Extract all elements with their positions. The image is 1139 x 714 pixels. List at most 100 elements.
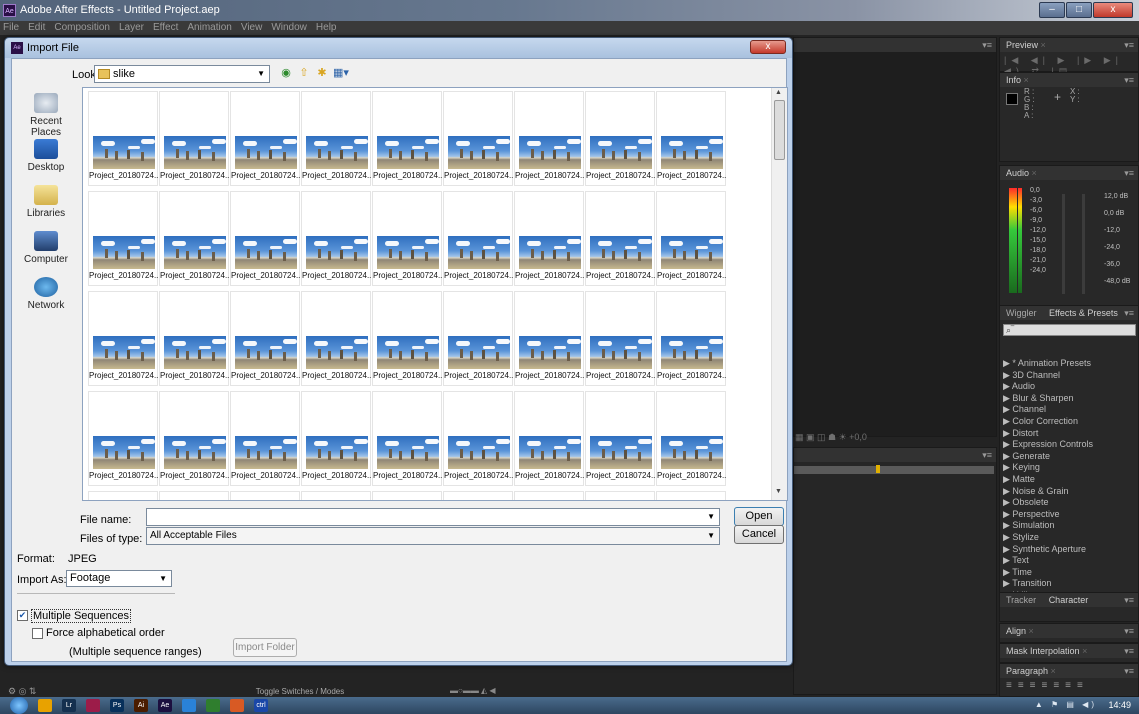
- file-item[interactable]: Project_20180724...: [585, 91, 656, 186]
- effects-category-item[interactable]: ▶ Distort: [1000, 428, 1139, 440]
- panel-menu-icon[interactable]: ▾≡: [982, 38, 992, 52]
- place-desktop[interactable]: Desktop: [14, 139, 78, 181]
- file-item[interactable]: Project_20180724...: [585, 291, 656, 386]
- file-item[interactable]: Project_20180724...: [372, 391, 443, 486]
- file-item[interactable]: Project_20180724...: [585, 491, 655, 500]
- taskbar-app-icon[interactable]: [86, 699, 100, 712]
- file-item[interactable]: Project_20180724...: [159, 491, 229, 500]
- tab-preview[interactable]: Preview: [1006, 40, 1038, 50]
- taskbar-app-icon[interactable]: Ps: [110, 699, 124, 712]
- effects-category-item[interactable]: ▶ Blur & Sharpen: [1000, 393, 1139, 405]
- cancel-button[interactable]: Cancel: [734, 525, 784, 544]
- effects-category-item[interactable]: ▶ Matte: [1000, 474, 1139, 486]
- tab-effects-presets[interactable]: Effects & Presets: [1049, 308, 1118, 318]
- effects-category-item[interactable]: ▶ Simulation: [1000, 520, 1139, 532]
- effects-category-item[interactable]: ▶ * Animation Presets: [1000, 358, 1139, 370]
- import-as-dropdown[interactable]: Footage ▼: [66, 570, 172, 587]
- effects-category-item[interactable]: ▶ Stylize: [1000, 532, 1139, 544]
- force-alphabetical-label[interactable]: Force alphabetical order: [46, 627, 165, 639]
- effects-category-item[interactable]: ▶ Noise & Grain: [1000, 486, 1139, 498]
- clock[interactable]: 14:49: [1108, 700, 1131, 710]
- effects-search-input[interactable]: ⌕‾: [1003, 324, 1136, 336]
- file-item[interactable]: Project_20180724...: [88, 191, 159, 286]
- force-alphabetical-checkbox[interactable]: [32, 628, 43, 639]
- tab-character[interactable]: Character: [1049, 595, 1089, 605]
- file-item[interactable]: Project_20180724...: [159, 291, 230, 386]
- file-item[interactable]: Project_20180724...: [301, 91, 372, 186]
- file-item[interactable]: Project_20180724...: [514, 191, 585, 286]
- taskbar-app-icon[interactable]: [38, 699, 52, 712]
- effects-category-item[interactable]: ▶ Synthetic Aperture: [1000, 544, 1139, 556]
- effects-category-item[interactable]: ▶ 3D Channel: [1000, 370, 1139, 382]
- file-item[interactable]: Project_20180724...: [301, 291, 372, 386]
- file-list-scrollbar[interactable]: ▲ ▼: [771, 88, 787, 500]
- new-folder-icon[interactable]: ✱: [315, 66, 329, 80]
- file-item[interactable]: Project_20180724...: [656, 391, 727, 486]
- chevron-down-icon[interactable]: ▼: [707, 509, 715, 525]
- effects-category-item[interactable]: ▶ Perspective: [1000, 509, 1139, 521]
- file-item[interactable]: Project_20180724...: [443, 491, 513, 500]
- menu-animation[interactable]: Animation: [187, 21, 231, 35]
- menu-window[interactable]: Window: [271, 21, 307, 35]
- tab-audio[interactable]: Audio: [1006, 168, 1029, 178]
- file-item[interactable]: Project_20180724...: [88, 291, 159, 386]
- menu-effect[interactable]: Effect: [153, 21, 178, 35]
- file-item[interactable]: Project_20180724...: [230, 391, 301, 486]
- effects-category-item[interactable]: ▶ Generate: [1000, 451, 1139, 463]
- file-item[interactable]: Project_20180724...: [585, 391, 656, 486]
- file-item[interactable]: Project_20180724...: [88, 491, 158, 500]
- timeline-ruler[interactable]: [794, 466, 994, 474]
- tab-mask-interpolation[interactable]: Mask Interpolation: [1006, 646, 1080, 656]
- tab-paragraph[interactable]: Paragraph: [1006, 666, 1048, 676]
- close-window-button[interactable]: x: [1093, 2, 1133, 18]
- scroll-up-icon[interactable]: ▲: [775, 89, 782, 96]
- file-item[interactable]: Project_20180724...: [159, 191, 230, 286]
- place-recent-places[interactable]: Recent Places: [14, 93, 78, 138]
- file-item[interactable]: Project_20180724...: [585, 191, 656, 286]
- menu-file[interactable]: File: [3, 21, 19, 35]
- effects-category-item[interactable]: ▶ Text: [1000, 555, 1139, 567]
- file-item[interactable]: Project_20180724...: [301, 191, 372, 286]
- file-item[interactable]: Project_20180724...: [301, 391, 372, 486]
- file-item[interactable]: Project_20180724...: [159, 91, 230, 186]
- place-network[interactable]: Network: [14, 277, 78, 319]
- dialog-close-button[interactable]: x: [750, 40, 786, 54]
- taskbar-app-icon[interactable]: Ai: [134, 699, 148, 712]
- minimize-button[interactable]: –: [1039, 2, 1065, 18]
- file-item[interactable]: Project_20180724...: [514, 91, 585, 186]
- taskbar-app-icon[interactable]: [182, 699, 196, 712]
- taskbar-app-icon[interactable]: [230, 699, 244, 712]
- effects-category-item[interactable]: ▶ Keying: [1000, 462, 1139, 474]
- file-item[interactable]: Project_20180724...: [230, 191, 301, 286]
- file-item[interactable]: Project_20180724...: [372, 291, 443, 386]
- file-item[interactable]: Project_20180724...: [514, 491, 584, 500]
- import-folder-button[interactable]: Import Folder: [233, 638, 297, 657]
- file-item[interactable]: Project_20180724...: [230, 491, 300, 500]
- effects-category-item[interactable]: ▶ Obsolete: [1000, 497, 1139, 509]
- file-name-input[interactable]: ▼: [146, 508, 720, 526]
- look-in-dropdown[interactable]: slike ▼: [94, 65, 270, 83]
- file-item[interactable]: Project_20180724...: [443, 391, 514, 486]
- effects-category-item[interactable]: ▶ Channel: [1000, 404, 1139, 416]
- file-item[interactable]: Project_20180724...: [301, 491, 371, 500]
- file-item[interactable]: Project_20180724...: [656, 291, 727, 386]
- system-tray[interactable]: ▲ ⚑ ▤ ◀): [1035, 700, 1097, 709]
- current-time-indicator[interactable]: [876, 465, 880, 473]
- exposure-value[interactable]: +0,0: [849, 432, 867, 442]
- file-item[interactable]: Project_20180724...: [88, 91, 159, 186]
- multiple-sequences-checkbox[interactable]: ✔: [17, 610, 28, 621]
- tab-info[interactable]: Info: [1006, 75, 1021, 85]
- paragraph-align-buttons[interactable]: ≡≡≡≡≡≡≡: [1000, 678, 1138, 693]
- taskbar-app-icon[interactable]: [206, 699, 220, 712]
- taskbar-app-icon[interactable]: Ae: [158, 699, 172, 712]
- file-item[interactable]: Project_20180724...: [443, 191, 514, 286]
- taskbar-app-icon[interactable]: Lr: [62, 699, 76, 712]
- project-footer-icons[interactable]: ⚙ ◎ ⇅: [8, 686, 36, 697]
- effects-category-item[interactable]: ▶ Expression Controls: [1000, 439, 1139, 451]
- file-item[interactable]: Project_20180724...: [656, 191, 727, 286]
- file-item[interactable]: Project_20180724...: [372, 91, 443, 186]
- file-item[interactable]: Project_20180724...: [372, 191, 443, 286]
- up-folder-icon[interactable]: ⇧: [297, 66, 311, 80]
- scroll-down-icon[interactable]: ▼: [775, 488, 782, 495]
- file-item[interactable]: Project_20180724...: [159, 391, 230, 486]
